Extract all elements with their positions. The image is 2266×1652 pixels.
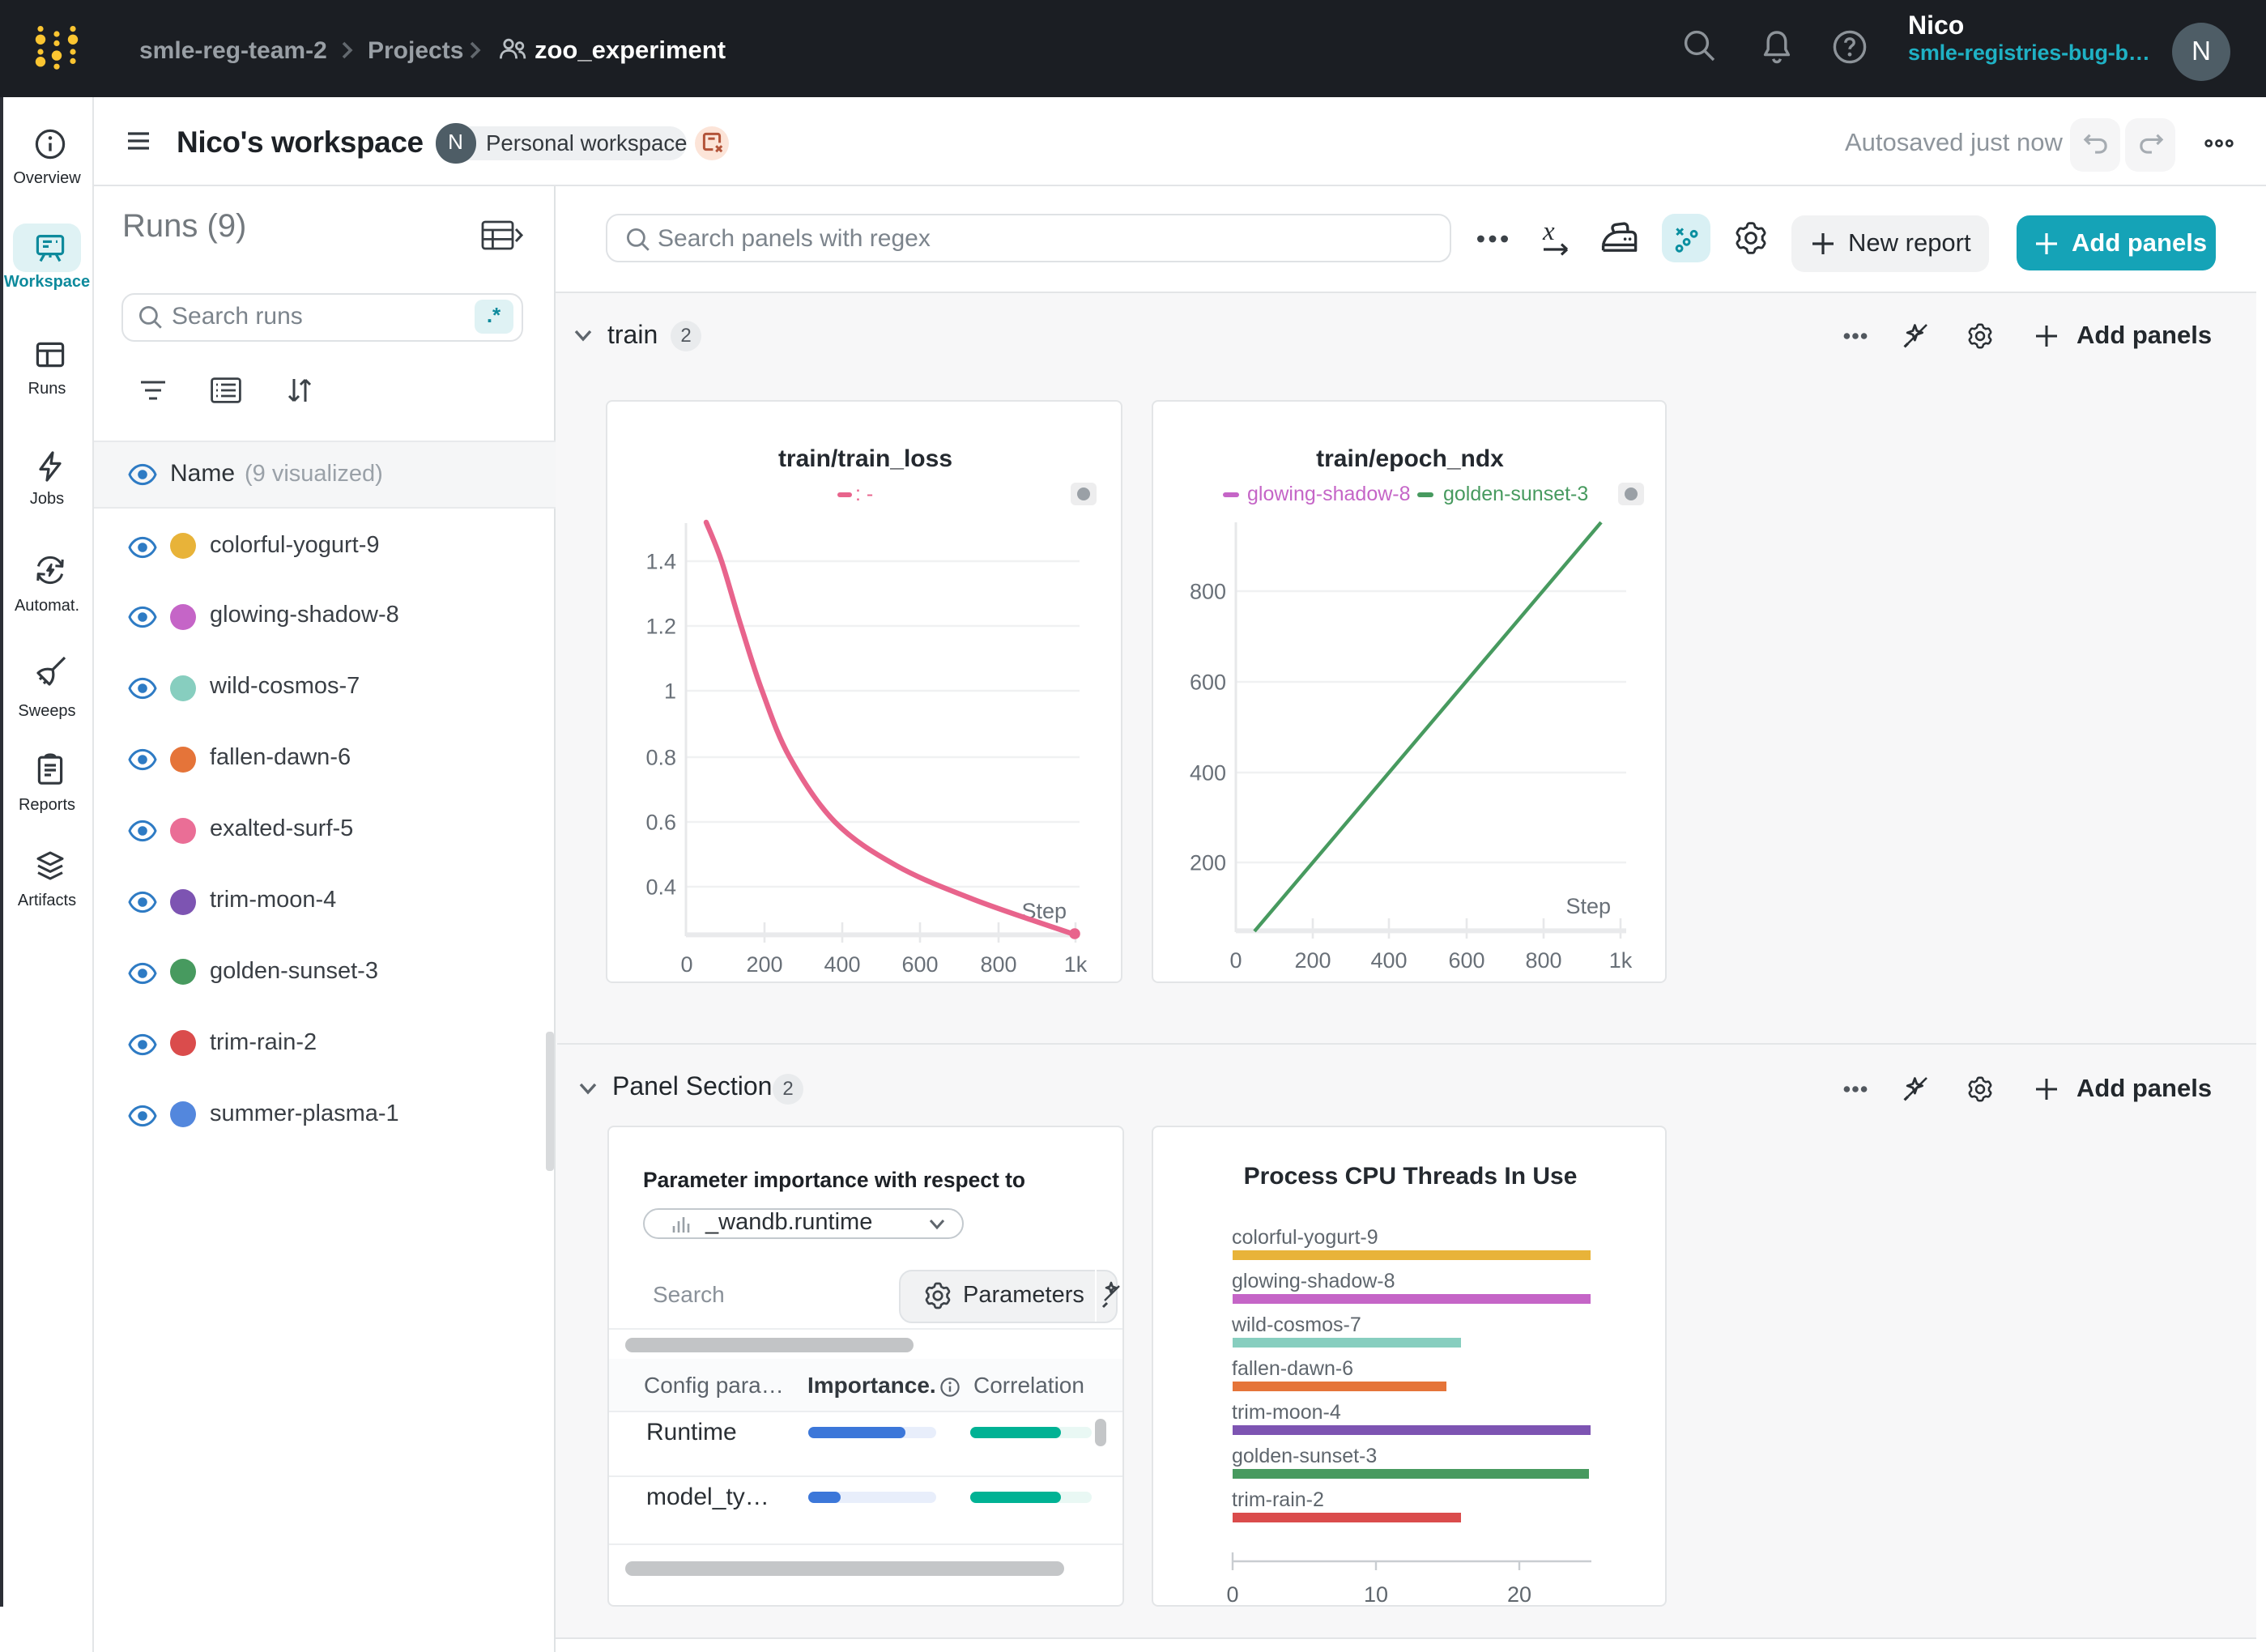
svg-text:800: 800: [1524, 947, 1561, 972]
svg-text:800: 800: [1189, 578, 1225, 602]
svg-text:0: 0: [679, 952, 692, 976]
svg-text:400: 400: [1189, 760, 1225, 784]
svg-text:0: 0: [1225, 1582, 1237, 1607]
svg-text:400: 400: [823, 952, 859, 976]
svg-text:200: 200: [745, 952, 782, 976]
svg-text:200: 200: [1293, 947, 1330, 972]
svg-text:x: x: [1542, 219, 1555, 246]
svg-text:1.4: 1.4: [645, 548, 675, 573]
svg-text:0.8: 0.8: [645, 744, 675, 769]
svg-text:0.4: 0.4: [645, 874, 675, 898]
svg-text:400: 400: [1369, 947, 1406, 972]
svg-text:0: 0: [1229, 947, 1241, 972]
svg-text:600: 600: [1189, 669, 1225, 693]
svg-text:600: 600: [901, 952, 937, 976]
svg-text:Step: Step: [1565, 893, 1610, 918]
svg-text:1k: 1k: [1063, 952, 1087, 976]
svg-text:1: 1: [663, 678, 675, 702]
svg-text:800: 800: [979, 952, 1016, 976]
svg-text:600: 600: [1447, 947, 1484, 972]
svg-text:1k: 1k: [1608, 947, 1632, 972]
svg-text:200: 200: [1189, 849, 1225, 874]
svg-text:0.6: 0.6: [645, 809, 675, 833]
svg-text:20: 20: [1506, 1582, 1531, 1607]
svg-text:10: 10: [1363, 1582, 1387, 1607]
svg-text:1.2: 1.2: [645, 613, 675, 637]
